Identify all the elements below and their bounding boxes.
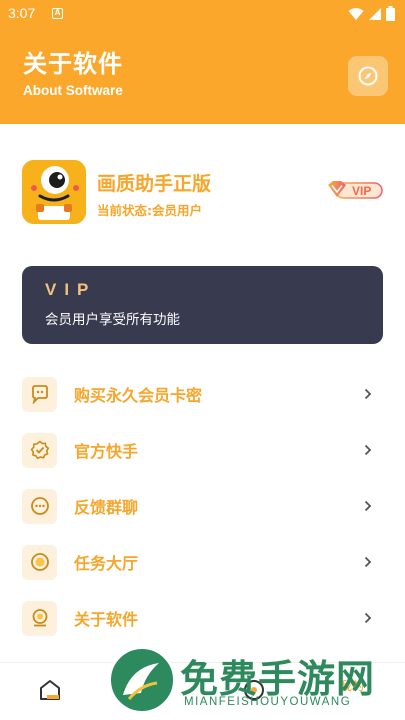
compass-icon [358, 66, 378, 86]
vip-card-title: VIP [45, 280, 97, 299]
menu-item-about-software[interactable]: 关于软件 [22, 600, 383, 636]
membership-status: 当前状态:会员用户 [97, 203, 202, 218]
page-header: 关于软件 About Software [0, 28, 405, 124]
chevron-right-icon [361, 387, 375, 401]
menu-label: 反馈群聊 [74, 498, 139, 517]
battery-icon [386, 6, 395, 21]
app-logo-icon [22, 160, 86, 224]
menu-label: 关于软件 [74, 610, 139, 629]
chevron-right-icon [361, 499, 375, 513]
nav-mine-label[interactable]: 我的 [340, 677, 364, 694]
menu-item-official-kuaishou[interactable]: 官方快手 [22, 432, 383, 468]
chat-icon [22, 376, 57, 412]
menu-label: 购买永久会员卡密 [74, 386, 203, 405]
discover-icon [244, 680, 264, 700]
coin-icon [22, 544, 57, 580]
menu-item-buy-membership[interactable]: 购买永久会员卡密 [22, 376, 383, 412]
vip-diamond-icon: VIP [328, 181, 383, 199]
vip-card: VIP 会员用户享受所有功能 [22, 266, 383, 344]
status-icons [348, 6, 395, 21]
compass-button[interactable] [348, 56, 388, 96]
badge-check-icon [22, 432, 57, 468]
user-icon [22, 600, 57, 636]
vip-card-description: 会员用户享受所有功能 [45, 312, 180, 328]
menu-item-feedback-group[interactable]: 反馈群聊 [22, 488, 383, 524]
status-bar: 3:07 A [0, 0, 405, 28]
vip-badge: VIP [326, 178, 384, 202]
page-title: 关于软件 [23, 50, 123, 78]
nav-home-button[interactable] [38, 679, 62, 705]
chevron-right-icon [361, 443, 375, 457]
menu-item-task-hall[interactable]: 任务大厅 [22, 544, 383, 580]
app-name: 画质助手正版 [97, 173, 212, 195]
page-subtitle: About Software [23, 83, 123, 98]
message-dots-icon [22, 488, 57, 524]
menu-label: 任务大厅 [74, 554, 139, 573]
chevron-right-icon [361, 555, 375, 569]
status-time: 3:07 [8, 5, 36, 21]
app-info: 画质助手正版 当前状态:会员用户 VIP [22, 160, 387, 224]
chevron-right-icon [361, 611, 375, 625]
menu-label: 官方快手 [74, 442, 139, 461]
wifi-icon [348, 7, 364, 20]
notification-a-icon: A [52, 8, 63, 19]
bottom-navigation: 我的 [0, 662, 405, 720]
home-icon [40, 680, 60, 700]
signal-icon [369, 7, 381, 20]
vip-badge-text: VIP [352, 184, 371, 198]
nav-discover-button[interactable] [243, 679, 265, 705]
